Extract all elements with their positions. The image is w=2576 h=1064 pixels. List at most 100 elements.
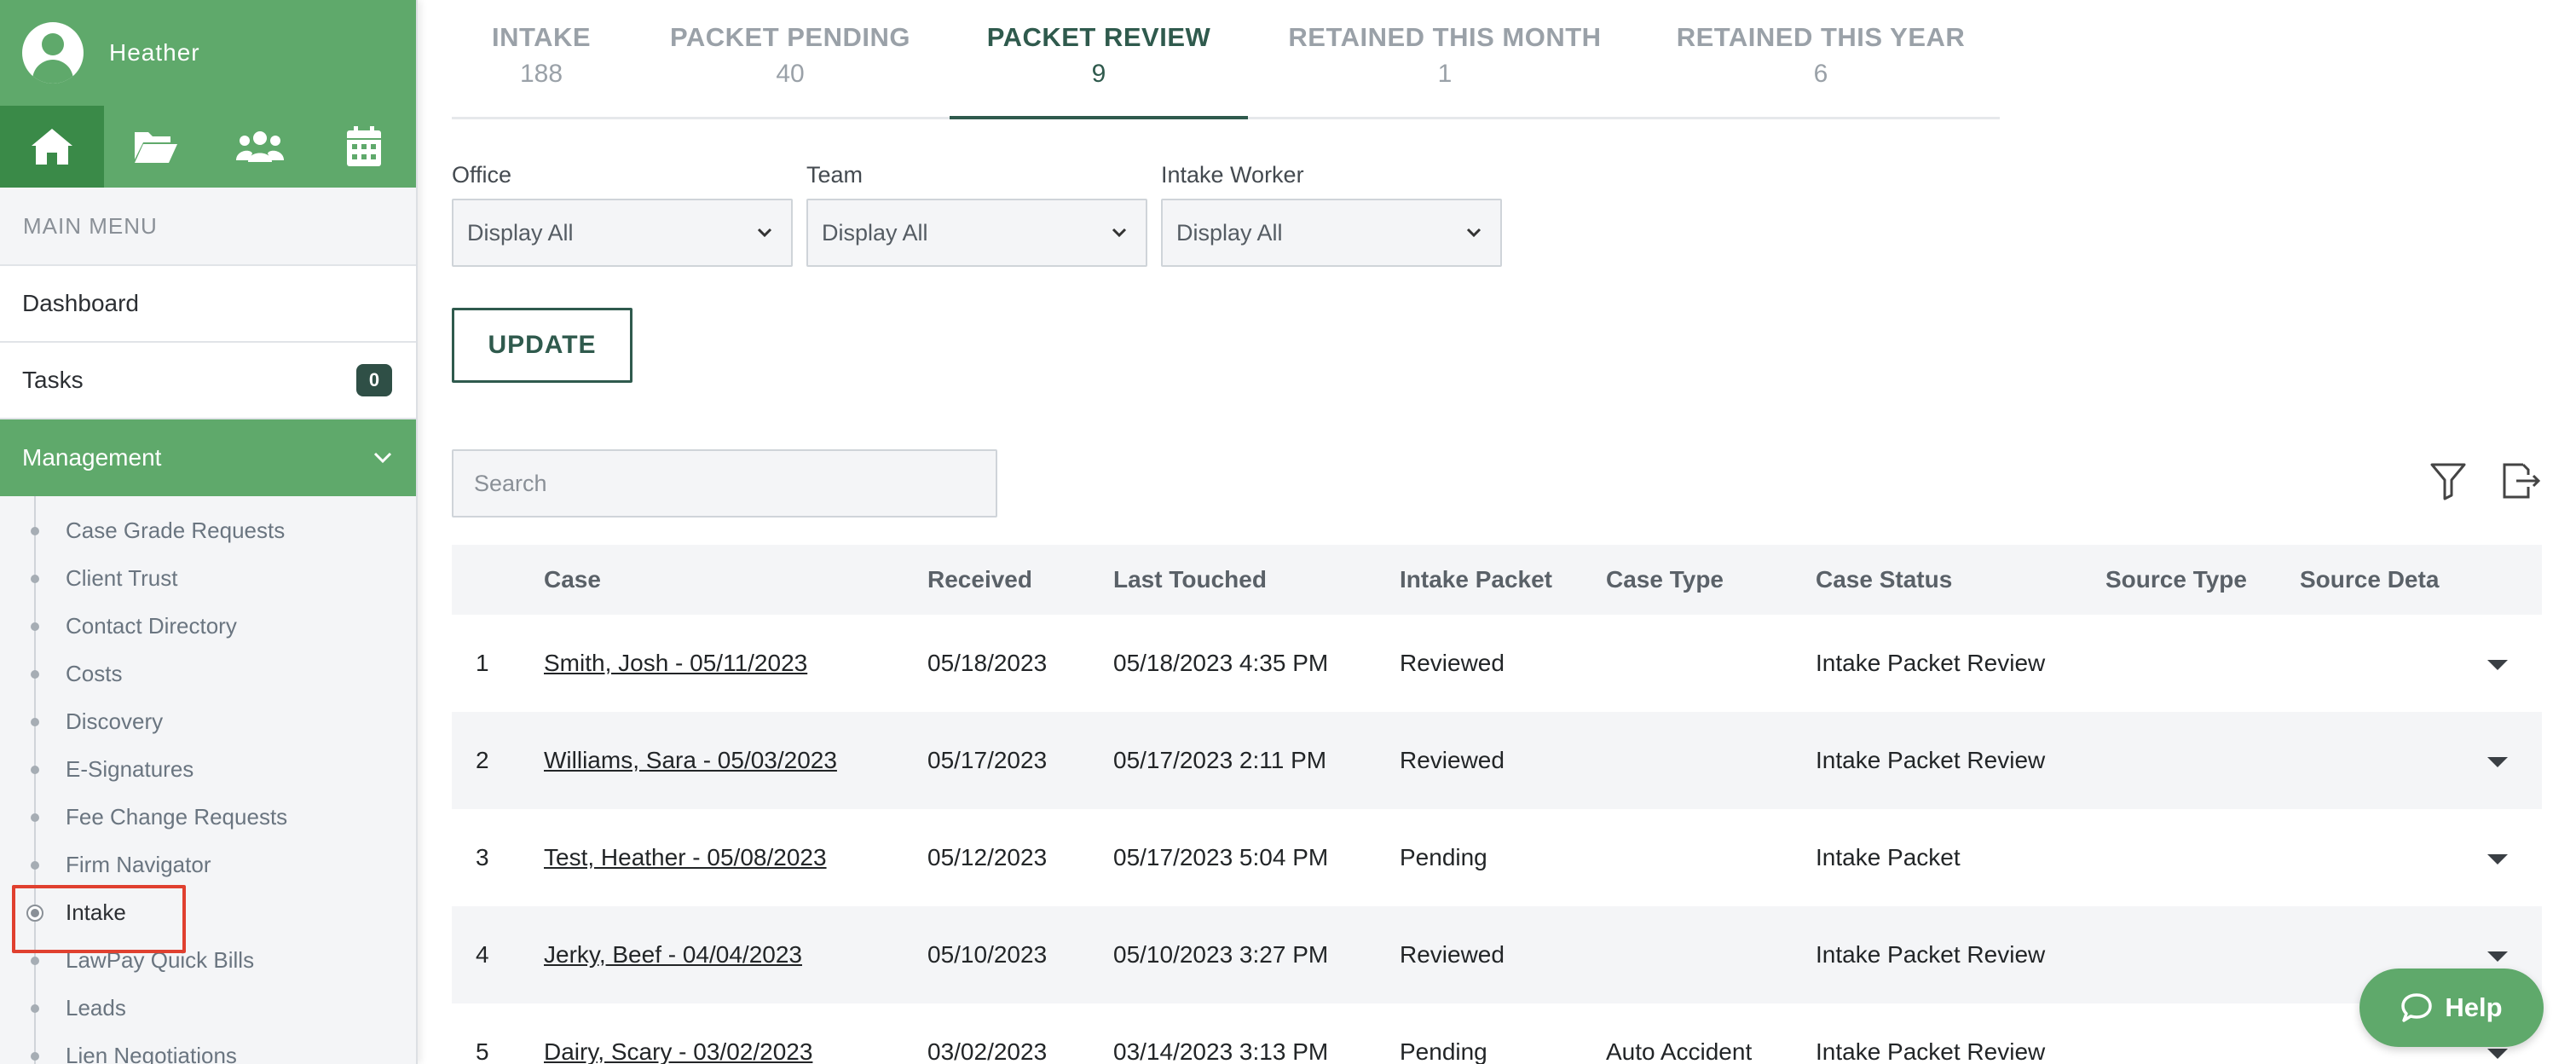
chat-bubble-icon <box>2401 993 2433 1022</box>
tab-count: 1 <box>1437 60 1453 88</box>
caret-down-icon[interactable] <box>2487 951 2508 962</box>
intake-worker-select[interactable]: Display All <box>1161 199 1502 267</box>
cases-table: Case Received Last Touched Intake Packet… <box>452 545 2542 1064</box>
column-header-case[interactable]: Case <box>544 566 927 593</box>
sidebar-item-case-grade-requests[interactable]: Case Grade Requests <box>0 506 416 554</box>
intake-packet-cell: Pending <box>1400 844 1487 870</box>
caret-down-icon[interactable] <box>2487 757 2508 767</box>
bullet-icon <box>31 575 39 583</box>
export-icon[interactable] <box>2499 461 2542 500</box>
last-touched-cell: 03/14/2023 3:13 PM <box>1113 1038 1329 1064</box>
last-touched-cell: 05/17/2023 2:11 PM <box>1113 747 1327 773</box>
tab-count: 6 <box>1813 60 1828 88</box>
sidebar-item-label: Costs <box>66 660 123 686</box>
sidebar-item-contact-directory[interactable]: Contact Directory <box>0 602 416 650</box>
case-link[interactable]: Jerky, Beef - 04/04/2023 <box>544 941 802 968</box>
sidebar-item-discovery[interactable]: Discovery <box>0 697 416 745</box>
tab-label: PACKET REVIEW <box>986 22 1211 52</box>
column-header-received[interactable]: Received <box>927 566 1113 593</box>
sidebar-item-label: Fee Change Requests <box>66 803 288 830</box>
help-button[interactable]: Help <box>2359 969 2544 1047</box>
bullet-icon <box>31 670 39 679</box>
intake-packet-cell: Reviewed <box>1400 747 1505 773</box>
home-button[interactable] <box>0 106 104 188</box>
tab-label: RETAINED THIS MONTH <box>1288 22 1602 52</box>
calendar-button[interactable] <box>312 106 416 188</box>
column-header-source-type[interactable]: Source Type <box>2105 566 2300 593</box>
bullet-icon <box>31 861 39 870</box>
chevron-down-icon <box>1112 228 1127 238</box>
chevron-down-icon <box>1466 228 1481 238</box>
sidebar-group-management[interactable]: Management <box>0 419 416 496</box>
case-link[interactable]: Test, Heather - 05/08/2023 <box>544 844 827 870</box>
sidebar-item-label: Discovery <box>66 708 164 734</box>
case-type-cell: Auto Accident <box>1606 1038 1753 1064</box>
case-link[interactable]: Smith, Josh - 05/11/2023 <box>544 650 807 676</box>
caret-down-icon[interactable] <box>2487 660 2508 670</box>
case-status-cell: Intake Packet Review <box>1816 650 2046 676</box>
tab-label: RETAINED THIS YEAR <box>1676 22 1966 52</box>
tab-retained-this-month[interactable]: RETAINED THIS MONTH 1 <box>1248 0 1642 117</box>
tab-count: 188 <box>519 60 563 88</box>
table-row: 5 Dairy, Scary - 03/02/2023 03/02/2023 0… <box>452 1003 2542 1064</box>
sidebar-item-label: Case Grade Requests <box>66 517 286 543</box>
tab-count: 9 <box>1091 60 1106 88</box>
sidebar-item-label: Firm Navigator <box>66 851 211 877</box>
column-header-case-status[interactable]: Case Status <box>1816 566 2105 593</box>
select-value: Display All <box>467 219 574 246</box>
sidebar-item-leads[interactable]: Leads <box>0 984 416 1032</box>
sidebar-item-firm-navigator[interactable]: Firm Navigator <box>0 841 416 888</box>
table-tools <box>2429 461 2542 500</box>
tab-intake[interactable]: INTAKE 188 <box>452 0 631 117</box>
row-number: 5 <box>476 1038 489 1064</box>
row-number: 2 <box>476 747 489 773</box>
update-button[interactable]: UPDATE <box>452 308 632 383</box>
search-input[interactable]: Search <box>452 449 997 518</box>
row-number: 3 <box>476 844 489 870</box>
sidebar-group-label: Management <box>22 444 162 471</box>
sidebar-item-fee-change-requests[interactable]: Fee Change Requests <box>0 793 416 841</box>
sidebar-item-e-signatures[interactable]: E-Signatures <box>0 745 416 793</box>
caret-down-icon[interactable] <box>2487 1049 2508 1059</box>
cases-button[interactable] <box>104 106 208 188</box>
case-status-cell: Intake Packet <box>1816 844 1961 870</box>
bullet-icon <box>31 622 39 631</box>
tab-count: 40 <box>776 60 805 88</box>
received-cell: 05/18/2023 <box>927 650 1048 676</box>
main-menu-label: MAIN MENU <box>0 188 416 266</box>
intake-worker-filter: Intake Worker Display All <box>1161 162 1502 267</box>
tab-packet-review[interactable]: PACKET REVIEW 9 <box>950 0 1248 119</box>
last-touched-cell: 05/18/2023 4:35 PM <box>1113 650 1329 676</box>
tab-packet-pending[interactable]: PACKET PENDING 40 <box>631 0 950 117</box>
row-number: 4 <box>476 941 489 968</box>
filter-icon[interactable] <box>2429 461 2467 500</box>
column-header-case-type[interactable]: Case Type <box>1606 566 1816 593</box>
team-select[interactable]: Display All <box>806 199 1147 267</box>
column-header-source-detail[interactable]: Source Deta <box>2300 566 2453 593</box>
chevron-down-icon <box>373 452 392 464</box>
help-label: Help <box>2445 992 2503 1022</box>
intake-packet-cell: Reviewed <box>1400 650 1505 676</box>
sidebar-item-dashboard[interactable]: Dashboard <box>0 266 416 343</box>
caret-down-icon[interactable] <box>2487 854 2508 864</box>
chevron-down-icon <box>757 228 772 238</box>
column-header-last-touched[interactable]: Last Touched <box>1113 566 1400 593</box>
case-link[interactable]: Dairy, Scary - 03/02/2023 <box>544 1038 812 1064</box>
tab-retained-this-year[interactable]: RETAINED THIS YEAR 6 <box>1642 0 2000 117</box>
row-number: 1 <box>476 650 489 676</box>
management-submenu: Case Grade Requests Client Trust Contact… <box>0 496 416 1064</box>
sidebar-item-costs[interactable]: Costs <box>0 650 416 697</box>
sidebar-item-lien-negotiations[interactable]: Lien Negotiations <box>0 1032 416 1064</box>
office-select[interactable]: Display All <box>452 199 793 267</box>
bullet-icon <box>31 957 39 965</box>
user-bar[interactable]: Heather <box>0 0 416 106</box>
sidebar-item-label: Lien Negotiations <box>66 1042 237 1064</box>
quick-nav <box>0 106 416 188</box>
intake-packet-cell: Pending <box>1400 1038 1487 1064</box>
column-header-intake-packet[interactable]: Intake Packet <box>1400 566 1606 593</box>
sidebar-item-client-trust[interactable]: Client Trust <box>0 554 416 602</box>
sidebar-item-tasks[interactable]: Tasks 0 <box>0 343 416 419</box>
case-link[interactable]: Williams, Sara - 05/03/2023 <box>544 747 837 773</box>
contacts-button[interactable] <box>208 106 312 188</box>
table-row: 4 Jerky, Beef - 04/04/2023 05/10/2023 05… <box>452 906 2542 1003</box>
